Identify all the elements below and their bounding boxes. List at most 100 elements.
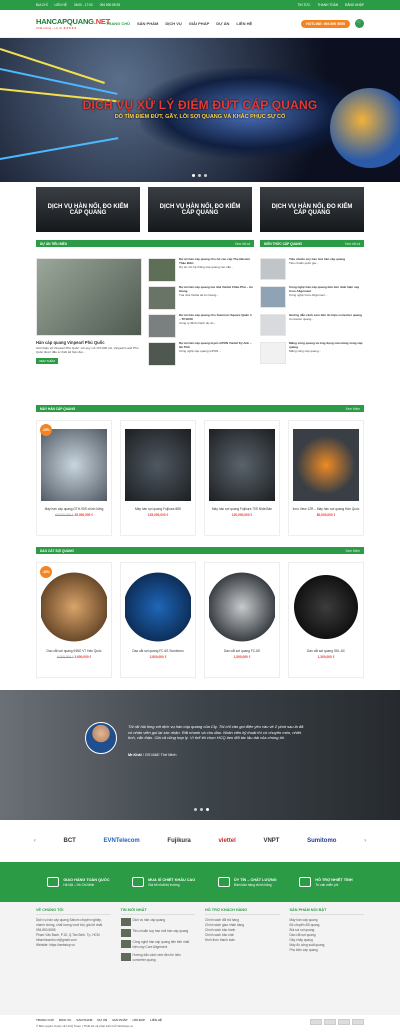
bottom-link[interactable]: GIẢI PHÁP	[112, 1018, 127, 1022]
list-item[interactable]: Măng xông quang và ứng dụng của măng xôn…	[260, 341, 364, 370]
product-image[interactable]	[209, 429, 275, 501]
product-name[interactable]: Máy hàn sợi quang Fujikura 88S	[121, 507, 195, 511]
product-name[interactable]: Máy hàn sợi quang Fujikura 70S Nhật Bản	[205, 507, 279, 511]
list-item[interactable]: Dự án hàn cáp quang tòa nhà Viettel Châu…	[148, 285, 254, 314]
news-link[interactable]: Công nghệ hàn cáp quang tiên tiến nhất h…	[133, 940, 196, 950]
thumb-image	[148, 258, 176, 282]
news-link[interactable]: Dịch vụ hàn cáp quang	[133, 918, 166, 926]
product-card[interactable]: Máy hàn sợi quang Fujikura 70S Nhật Bản 1…	[204, 420, 280, 536]
knowledge-more-link[interactable]: Xem tất cả	[345, 242, 360, 246]
phone-text[interactable]: 094 890 55 55	[100, 3, 120, 7]
product-name[interactable]: Dao cắt sợi quang FC-6S	[205, 649, 279, 653]
discount-icon	[132, 877, 145, 887]
featured-project[interactable]: Hàn cáp quang Vinpearl Phú Quốc Giới thi…	[36, 258, 142, 364]
login-link[interactable]: ĐĂNG NHẬP	[345, 3, 364, 7]
slide-dot[interactable]	[194, 808, 197, 811]
thumb-image	[260, 342, 286, 364]
nav-home[interactable]: TRANG CHỦ	[106, 21, 130, 26]
product-card[interactable]: Dao cắt sợi quang FC-6S 1,500,000 ₫	[204, 562, 280, 678]
nav-projects[interactable]: DỰ ÁN	[216, 21, 229, 26]
header: HANCAPQUANG.NET Chất lượng – Uy tín ★★★★…	[0, 10, 400, 38]
list-item-desc: Tiêu chuẩn quốc gia...	[289, 260, 319, 265]
carousel-next-icon[interactable]: ›	[364, 838, 366, 844]
list-item-desc: Converter quang...	[289, 316, 314, 321]
brand-logo[interactable]: viettel	[218, 838, 235, 844]
product-card[interactable]: -25% Máy hàn cáp quang DTH-90S chính hãng…	[36, 420, 112, 536]
slide-dot[interactable]	[200, 808, 203, 811]
bottom-link[interactable]: LIÊN HỆ	[150, 1018, 162, 1022]
brand-logo[interactable]: Sumitomo	[307, 838, 336, 844]
product-price: 125,000,000 ₫	[147, 513, 169, 517]
product-name[interactable]: Dao cắt sợi quang SKL-6C	[289, 649, 363, 653]
feature-strip: GIAO HÀNG TOÀN QUỐC Hà Nội – Hồ Chí Minh …	[0, 862, 400, 902]
slide-dot[interactable]	[204, 174, 207, 177]
service-banner[interactable]: DỊCH VỤ HÀN NỐI, ĐO KIỂM CÁP QUANG	[36, 187, 140, 232]
bottom-link[interactable]: TRANG CHỦ	[36, 1018, 54, 1022]
fusion-bar: MÁY HÀN CÁP QUANG Xem thêm	[36, 405, 364, 412]
brand-logo[interactable]: VNPT	[263, 838, 279, 844]
projects-more-link[interactable]: Xem tất cả	[235, 242, 250, 246]
product-image[interactable]	[293, 429, 359, 501]
featured-project-image[interactable]	[36, 258, 142, 336]
slide-dot[interactable]	[206, 808, 209, 811]
product-name[interactable]: Dao cắt sợi quang FC-6S Sumitomo	[121, 649, 195, 653]
nav-services[interactable]: DỊCH VỤ	[165, 21, 181, 26]
product-image[interactable]	[209, 571, 275, 643]
bottom-link[interactable]: SẢN PHẨM	[76, 1018, 92, 1022]
service-banner[interactable]: DỊCH VỤ HÀN NỐI, ĐO KIỂM CÁP QUANG	[260, 187, 364, 232]
brand-logo[interactable]: BCT	[64, 838, 76, 844]
product-image[interactable]	[125, 571, 191, 643]
cart-icon[interactable]: 🛒	[355, 19, 364, 28]
footer-website[interactable]: Website: https://webstop.vn	[36, 943, 111, 948]
bottom-link[interactable]: DỰ ÁN	[97, 1018, 107, 1022]
list-item[interactable]: Dự án hàn cáp quang tuyến GPON Viettel K…	[148, 341, 254, 370]
product-image[interactable]	[41, 571, 107, 643]
contact-link[interactable]: LIÊN HỆ	[55, 3, 67, 7]
hero-slider[interactable]: DỊCH VỤ XỬ LÝ ĐIỂM ĐỨT CÁP QUANG DÒ TÌM …	[0, 38, 400, 182]
payment-link[interactable]: THANH TOÁN	[317, 3, 338, 7]
list-item[interactable]: Hướng dẫn cách xem đèn tín hiệu converte…	[260, 313, 364, 342]
featured-project-title[interactable]: Hàn cáp quang Vinpearl Phú Quốc	[36, 340, 142, 345]
product-image[interactable]	[41, 429, 107, 501]
brand-logo[interactable]: Fujikura	[167, 838, 190, 844]
product-card[interactable]: Dao cắt sợi quang FC-6S Sumitomo 2,800,00…	[120, 562, 196, 678]
nav-products[interactable]: SẢN PHẨM	[137, 21, 158, 26]
product-image[interactable]	[125, 429, 191, 501]
product-name[interactable]: Dao cắt sợi quang INNO V7 Hàn Quốc	[37, 649, 111, 653]
nav-solutions[interactable]: GIẢI PHÁP	[189, 21, 209, 26]
carousel-prev-icon[interactable]: ‹	[34, 838, 36, 844]
service-banner[interactable]: DỊCH VỤ HÀN NỐI, ĐO KIỂM CÁP QUANG	[148, 187, 252, 232]
cleaver-more-link[interactable]: Xem thêm	[345, 549, 360, 553]
list-item[interactable]: Dự án hàn cáp quang cho Summon Square Qu…	[148, 313, 254, 342]
feature-sub: Giá tốt nhất thị trường	[148, 882, 180, 887]
slide-dot[interactable]	[198, 174, 201, 177]
product-card[interactable]: Máy hàn sợi quang Fujikura 88S 125,000,00…	[120, 420, 196, 536]
product-card[interactable]: Dao cắt sợi quang SKL-6C 1,300,000 ₫	[288, 562, 364, 678]
news-link[interactable]: Tiêu chuẩn suy hao mối hàn cáp quang	[133, 929, 189, 937]
product-image[interactable]	[293, 571, 359, 643]
brand-logo[interactable]: EVNTelecom	[104, 838, 140, 844]
product-name[interactable]: Inno View 12R – Máy hàn sợi quang Hàn Qu…	[289, 507, 363, 511]
address-link[interactable]: ĐỊA CHỈ	[36, 3, 48, 7]
news-link[interactable]: Hướng dẫn cách xem đèn tín hiệu converte…	[133, 953, 196, 963]
list-item[interactable]: Tiêu chuẩn suy hao mối hàn cáp quang Tiêu…	[260, 257, 364, 286]
thumb-image	[260, 258, 286, 280]
product-name[interactable]: Máy hàn cáp quang DTH-90S chính hãng	[37, 507, 111, 511]
list-item[interactable]: Công nghệ hàn cáp quang tiên tiến nhất h…	[260, 285, 364, 314]
product-card[interactable]: -40% Dao cắt sợi quang INNO V7 Hàn Quốc 6,…	[36, 562, 112, 678]
product-price: 120,000,000 ₫	[231, 513, 253, 517]
product-link[interactable]: Phụ kiện cáp quang	[290, 948, 365, 953]
product-card[interactable]: Inno View 12R – Máy hàn sợi quang Hàn Qu…	[288, 420, 364, 536]
logo[interactable]: HANCAPQUANG.NET Chất lượng – Uy tín ★★★★…	[36, 17, 110, 30]
hotline-button[interactable]: HOTLINE: 094 890 5555	[301, 19, 350, 28]
support-link[interactable]: Hình thức thanh toán	[205, 938, 280, 943]
bottom-link[interactable]: HỎI ĐÁP	[133, 1018, 146, 1022]
feature-sub: Đảm bảo hàng chính hãng	[233, 882, 272, 887]
slide-dot[interactable]	[192, 174, 195, 177]
list-item[interactable]: Dự án hàn cáp quang cho hộ cao cấp The N…	[148, 257, 254, 286]
fusion-more-link[interactable]: Xem thêm	[345, 407, 360, 411]
bottom-link[interactable]: DỊCH VỤ	[59, 1018, 71, 1022]
nav-contact[interactable]: LIÊN HỆ	[236, 21, 252, 26]
read-more-button[interactable]: XEM THÊM	[36, 357, 58, 364]
news-link[interactable]: TIN TỨC	[298, 3, 311, 7]
